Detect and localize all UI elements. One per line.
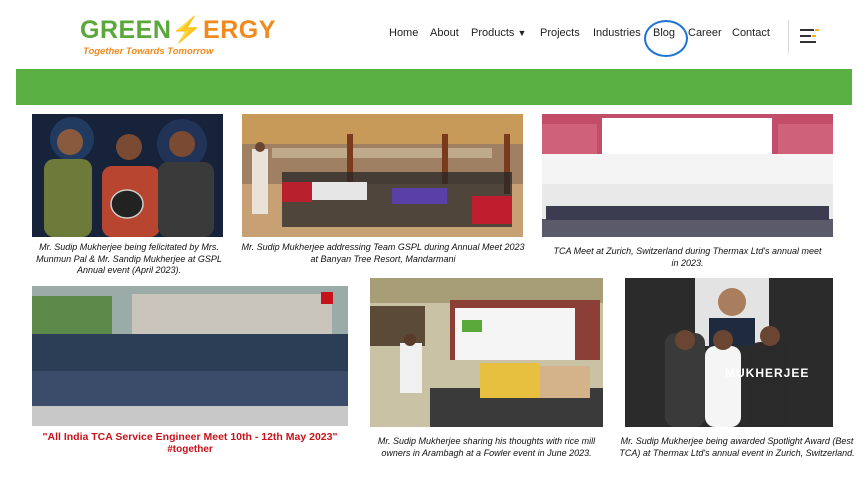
caption-annual-meet: Mr. Sudip Mukherjee addressing Team GSPL… (241, 242, 525, 264)
chevron-down-icon: ▼ (517, 28, 527, 38)
nav-divider (788, 20, 789, 53)
caption-felicitation: Mr. Sudip Mukherjee being felicitated by… (36, 242, 222, 275)
photo-tca-service-engineer-meet: "All India TCA Service Engineer Meet 10t… (32, 286, 348, 461)
caption-tca-zurich-meet: TCA Meet at Zurich, Switzerland during T… (553, 246, 822, 268)
backdrop-text: MUKHERJEE (725, 366, 810, 380)
photo-spotlight-award: MUKHERJEE (625, 278, 833, 427)
photo-annual-meet (242, 114, 523, 237)
nav-about[interactable]: About (430, 27, 459, 39)
nav-products[interactable]: Products ▼ (471, 27, 526, 39)
main-nav: Home About Products ▼ Projects Industrie… (0, 27, 866, 45)
nav-industries[interactable]: Industries (593, 27, 641, 39)
nav-career[interactable]: Career (688, 27, 722, 39)
photo-tca-zurich-meet (542, 114, 833, 237)
green-banner-bar (16, 69, 852, 105)
hamburger-menu-icon[interactable] (800, 27, 820, 45)
nav-projects[interactable]: Projects (540, 27, 580, 39)
caption-spotlight-award: Mr. Sudip Mukherjee being awarded Spotli… (619, 436, 855, 458)
nav-contact[interactable]: Contact (732, 27, 770, 39)
photo-rice-mill-meeting (370, 278, 603, 427)
event-banner-hashtag: #together (167, 444, 213, 455)
blog-highlight-circle (644, 20, 688, 57)
logo-tagline: Together Towards Tomorrow (83, 46, 214, 57)
nav-products-label: Products (471, 27, 515, 39)
event-banner-title: "All India TCA Service Engineer Meet 10t… (42, 431, 338, 443)
photo-felicitation (32, 114, 223, 237)
nav-home[interactable]: Home (389, 27, 418, 39)
caption-rice-mill-meeting: Mr. Sudip Mukherjee sharing his thoughts… (377, 436, 596, 458)
